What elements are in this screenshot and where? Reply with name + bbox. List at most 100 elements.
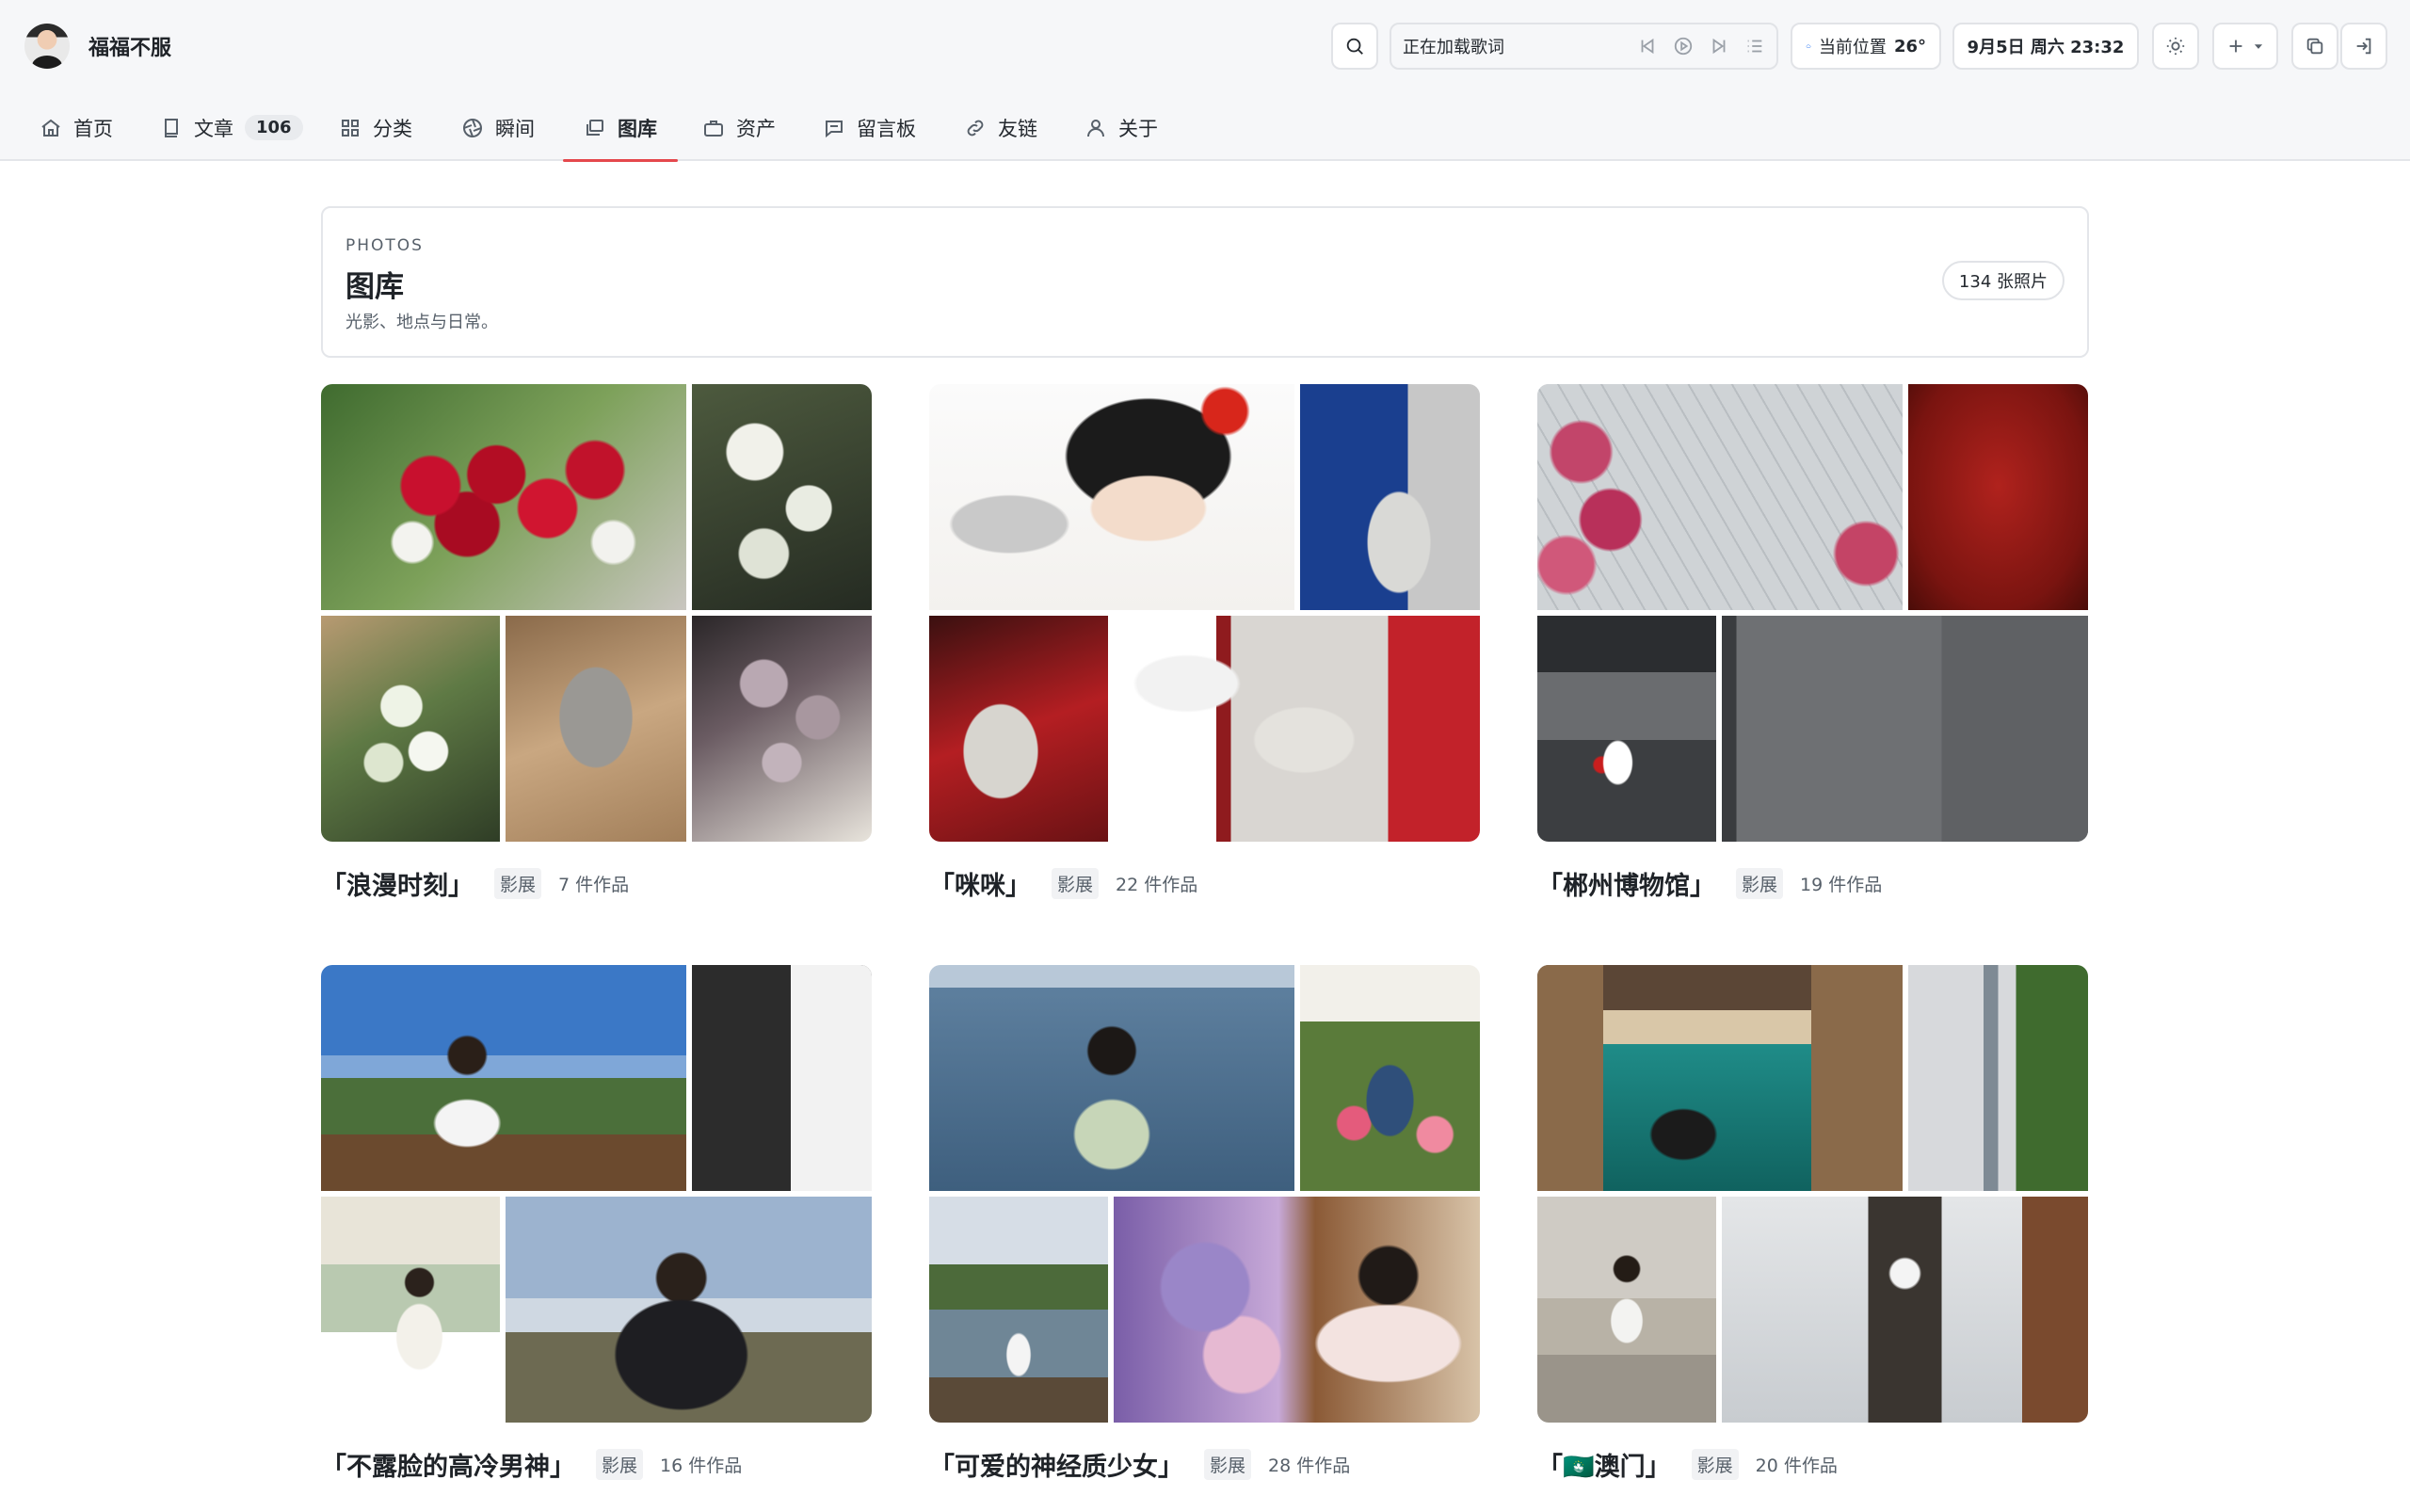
album-cover-mosaic[interactable] bbox=[321, 384, 872, 842]
home-icon bbox=[41, 119, 60, 137]
nav-item-assets[interactable]: 资产 bbox=[702, 94, 776, 161]
photo-thumbnail[interactable] bbox=[692, 384, 872, 610]
nav-item-label: 关于 bbox=[1118, 117, 1158, 140]
album-title[interactable]: 「🇲🇴澳门」 bbox=[1537, 1446, 1671, 1483]
briefcase-icon bbox=[704, 120, 723, 137]
nav-item-label: 分类 bbox=[373, 117, 412, 140]
photo-thumbnail[interactable] bbox=[1114, 1197, 1480, 1423]
photo-thumbnail[interactable] bbox=[1908, 384, 2088, 610]
lyrics-player[interactable]: 正在加载歌词 bbox=[1390, 23, 1778, 70]
album-card[interactable]: 「可爱的神经质少女」 影展 28 件作品 bbox=[929, 965, 1480, 1482]
photo-thumbnail[interactable] bbox=[1300, 384, 1480, 610]
photo-thumbnail[interactable] bbox=[321, 616, 500, 842]
playlist-icon[interactable] bbox=[1744, 36, 1765, 56]
album-count: 16 件作品 bbox=[660, 1455, 743, 1476]
photo-thumbnail[interactable] bbox=[929, 1197, 1108, 1423]
sign-in-icon bbox=[2356, 38, 2371, 55]
datetime-display: 9月5日 周六 23:32 bbox=[1952, 23, 2139, 70]
grid-icon bbox=[342, 119, 359, 137]
site-header: 福福不服 正在加载歌词 当前位置 26° 9月5日 周六 23:32 首页 文章… bbox=[0, 0, 2410, 162]
album-card[interactable]: 「咪咪」 影展 22 件作品 bbox=[929, 384, 1480, 901]
photo-thumbnail[interactable] bbox=[929, 616, 1108, 842]
nav-item-moments[interactable]: 瞬间 bbox=[461, 94, 535, 161]
page-subtitle: 光影、地点与日常。 bbox=[345, 313, 498, 332]
previous-icon[interactable] bbox=[1637, 36, 1658, 56]
nav-item-label: 文章 bbox=[194, 117, 233, 140]
play-icon[interactable] bbox=[1673, 36, 1694, 56]
album-title[interactable]: 「郴州博物馆」 bbox=[1537, 865, 1715, 902]
album-cover-mosaic[interactable] bbox=[929, 965, 1480, 1423]
photo-thumbnail[interactable] bbox=[1722, 616, 2088, 842]
photo-thumbnail[interactable] bbox=[929, 965, 1294, 1191]
photo-thumbnail[interactable] bbox=[1537, 384, 1903, 610]
nav-item-home[interactable]: 首页 bbox=[40, 94, 113, 161]
search-button[interactable] bbox=[1331, 23, 1378, 70]
lyrics-text: 正在加载歌词 bbox=[1403, 38, 1504, 57]
album-card[interactable]: 「郴州博物馆」 影展 19 件作品 bbox=[1537, 384, 2088, 901]
photo-thumbnail[interactable] bbox=[1114, 616, 1480, 842]
search-icon bbox=[1346, 38, 1363, 55]
photo-thumbnail[interactable] bbox=[321, 965, 686, 1191]
photo-thumbnail[interactable] bbox=[506, 1197, 872, 1423]
album-title[interactable]: 「浪漫时刻」 bbox=[321, 865, 474, 902]
plus-icon bbox=[2229, 40, 2242, 53]
cloud-icon bbox=[1806, 44, 1811, 48]
photo-thumbnail[interactable] bbox=[321, 384, 686, 610]
nav-item-articles[interactable]: 文章 106 bbox=[160, 94, 303, 161]
photo-thumbnail[interactable] bbox=[321, 1197, 500, 1423]
photo-thumbnail[interactable] bbox=[1537, 965, 1903, 1191]
link-icon bbox=[967, 120, 984, 136]
copy-button[interactable] bbox=[2291, 23, 2338, 70]
create-menu-button[interactable] bbox=[2212, 23, 2278, 70]
nav-item-guestbook[interactable]: 留言板 bbox=[823, 94, 916, 161]
album-cover-mosaic[interactable] bbox=[321, 965, 872, 1423]
nav-item-label: 图库 bbox=[618, 117, 657, 140]
album-title[interactable]: 「可爱的神经质少女」 bbox=[929, 1446, 1183, 1483]
photo-thumbnail[interactable] bbox=[1537, 1197, 1716, 1423]
copy-icon bbox=[2306, 38, 2323, 55]
album-cover-mosaic[interactable] bbox=[1537, 965, 2088, 1423]
album-title[interactable]: 「咪咪」 bbox=[929, 865, 1031, 902]
nav-item-about[interactable]: 关于 bbox=[1084, 94, 1158, 161]
album-count: 22 件作品 bbox=[1116, 874, 1198, 895]
article-count-badge: 106 bbox=[245, 115, 303, 140]
weather-widget[interactable]: 当前位置 26° bbox=[1791, 23, 1941, 70]
album-meta: 「咪咪」 影展 22 件作品 bbox=[929, 864, 1197, 902]
nav-item-friend-links[interactable]: 友链 bbox=[964, 94, 1037, 161]
nav-item-label: 资产 bbox=[736, 117, 776, 140]
album-meta: 「浪漫时刻」 影展 7 件作品 bbox=[321, 864, 629, 902]
album-title[interactable]: 「不露脸的高冷男神」 bbox=[321, 1446, 575, 1483]
top-bar: 福福不服 正在加载歌词 当前位置 26° 9月5日 周六 23:32 bbox=[0, 0, 2410, 92]
photo-thumbnail[interactable] bbox=[1722, 1197, 2088, 1423]
photo-thumbnail[interactable] bbox=[1300, 965, 1480, 1191]
album-cover-mosaic[interactable] bbox=[1537, 384, 2088, 842]
album-card[interactable]: 「浪漫时刻」 影展 7 件作品 bbox=[321, 384, 872, 901]
login-button[interactable] bbox=[2340, 23, 2387, 70]
photo-thumbnail[interactable] bbox=[506, 616, 686, 842]
theme-toggle-button[interactable] bbox=[2152, 23, 2199, 70]
photo-thumbnail[interactable] bbox=[692, 965, 872, 1191]
album-meta: 「郴州博物馆」 影展 19 件作品 bbox=[1537, 864, 1882, 902]
photo-thumbnail[interactable] bbox=[1537, 616, 1716, 842]
toolbar: 正在加载歌词 当前位置 26° 9月5日 周六 23:32 bbox=[0, 23, 2410, 70]
album-tag: 影展 bbox=[1736, 867, 1784, 899]
album-count: 7 件作品 bbox=[558, 874, 630, 895]
user-icon bbox=[1087, 119, 1104, 137]
album-card[interactable]: 「不露脸的高冷男神」 影展 16 件作品 bbox=[321, 965, 872, 1482]
album-count: 28 件作品 bbox=[1268, 1455, 1351, 1476]
nav-item-label: 瞬间 bbox=[495, 117, 535, 140]
nav-item-categories[interactable]: 分类 bbox=[339, 94, 412, 161]
photo-thumbnail[interactable] bbox=[692, 616, 872, 842]
nav-item-gallery[interactable]: 图库 bbox=[563, 94, 678, 162]
album-card[interactable]: 「🇲🇴澳门」 影展 20 件作品 bbox=[1537, 965, 2088, 1482]
weather-location: 当前位置 bbox=[1818, 38, 1887, 57]
photo-thumbnail[interactable] bbox=[929, 384, 1294, 610]
next-icon[interactable] bbox=[1709, 36, 1729, 56]
page-title: 图库 bbox=[345, 270, 404, 304]
album-count: 19 件作品 bbox=[1800, 874, 1883, 895]
gallery-intro-card: PHOTOS 图库 光影、地点与日常。 134 张照片 bbox=[321, 206, 2089, 358]
section-kicker: PHOTOS bbox=[345, 236, 424, 255]
photo-thumbnail[interactable] bbox=[1908, 965, 2088, 1191]
main-nav: 首页 文章 106 分类 瞬间 图库 资产 留言板 友链 关于 bbox=[0, 94, 2410, 162]
album-cover-mosaic[interactable] bbox=[929, 384, 1480, 842]
